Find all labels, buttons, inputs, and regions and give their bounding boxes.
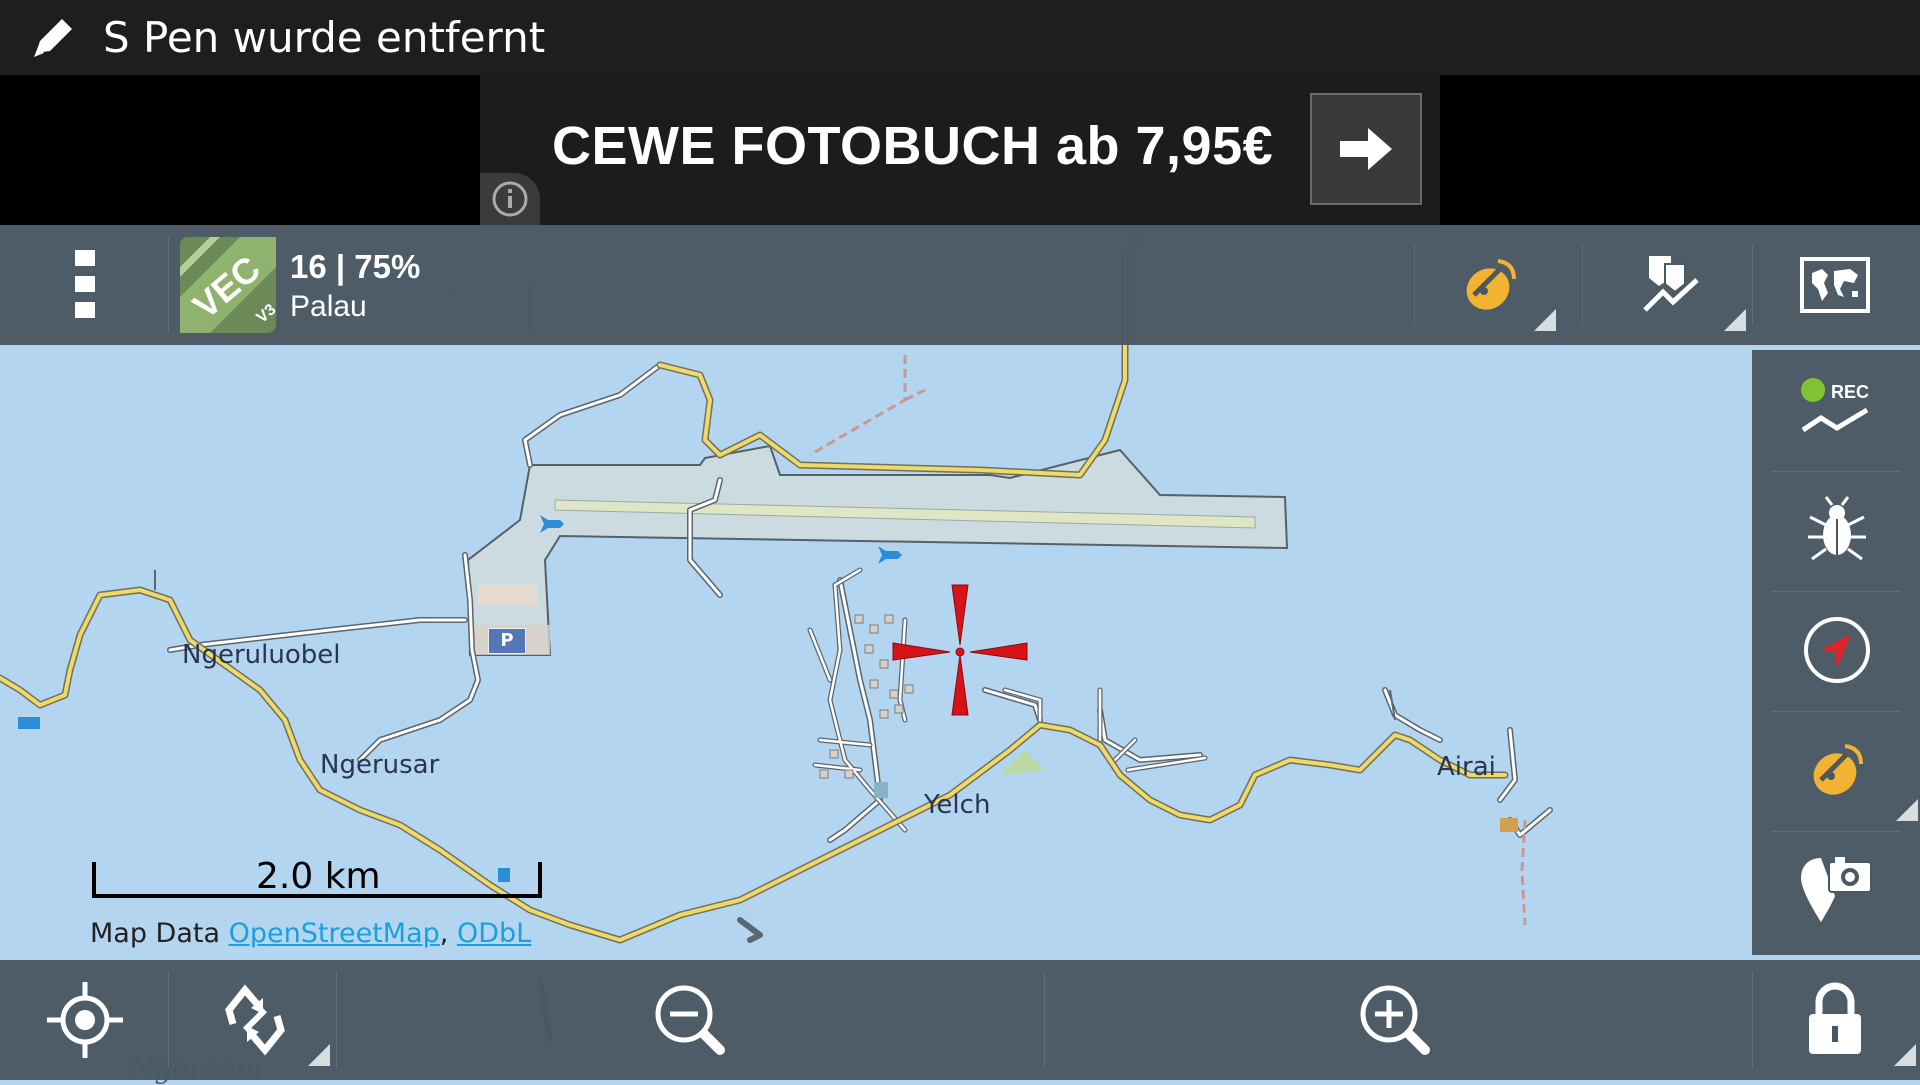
attribution-prefix: Map Data xyxy=(90,918,221,949)
zoom-battery-label: 16 | 75% xyxy=(290,248,421,285)
attribution-separator: , xyxy=(439,918,449,949)
satellite-icon xyxy=(1466,259,1516,310)
lock-icon xyxy=(1809,982,1861,1054)
bug-icon xyxy=(1808,496,1866,561)
photo-pin-icon xyxy=(1801,857,1872,922)
place-label-ngeruluobel: Ngeruluobel xyxy=(182,640,341,670)
locate-icon xyxy=(47,982,123,1058)
rec-label: REC xyxy=(1831,382,1869,402)
lock-button[interactable] xyxy=(1760,970,1916,1070)
map-name-label: Palau xyxy=(290,290,367,323)
ad-info-button[interactable] xyxy=(480,173,540,225)
gps-status-button[interactable] xyxy=(1762,715,1918,825)
map-logo: VEC V3 xyxy=(180,237,276,333)
ad-text: CEWE FOTOBUCH ab 7,95€ xyxy=(552,116,1274,176)
info-icon xyxy=(492,181,528,217)
locate-button[interactable] xyxy=(20,970,150,1070)
compass-icon xyxy=(1804,617,1870,683)
satellite-icon-2 xyxy=(1813,744,1863,795)
compass-button[interactable] xyxy=(1762,595,1912,705)
zoom-in-button[interactable] xyxy=(1305,970,1485,1070)
debug-button[interactable] xyxy=(1762,475,1912,585)
map-attribution: Map Data OpenStreetMap, ODbL xyxy=(90,918,531,949)
parking-sign: P xyxy=(488,628,526,654)
zoom-out-button[interactable] xyxy=(600,970,780,1070)
scale-label: 2.0 km xyxy=(256,856,381,897)
place-label-airai: Airai xyxy=(1437,752,1496,782)
ad-banner[interactable]: CEWE FOTOBUCH ab 7,95€ xyxy=(480,75,1440,225)
bottom-toolbar xyxy=(0,960,1920,1080)
right-panel: REC xyxy=(1752,350,1920,955)
record-track-button[interactable]: REC xyxy=(1762,355,1912,465)
tracks-button[interactable] xyxy=(1590,235,1750,335)
ad-banner-area: CEWE FOTOBUCH ab 7,95€ xyxy=(0,75,1920,225)
menu-dots-icon xyxy=(75,250,95,318)
osm-link[interactable]: OpenStreetMap xyxy=(229,918,440,949)
map-selector-button[interactable]: VEC V3 xyxy=(180,237,276,333)
top-toolbar: VEC V3 xyxy=(0,225,1920,345)
record-track-icon: REC xyxy=(1801,378,1869,433)
photo-waypoint-button[interactable] xyxy=(1762,835,1912,945)
ad-arrow-button[interactable] xyxy=(1310,93,1422,205)
rotate-button[interactable] xyxy=(180,970,330,1070)
arrow-right-icon xyxy=(1340,128,1392,170)
odbl-link[interactable]: ODbL xyxy=(457,918,531,949)
zoom-out-icon xyxy=(655,985,725,1055)
rotate-icon xyxy=(225,984,285,1056)
gps-toggle-button[interactable] xyxy=(1420,235,1560,335)
pen-icon xyxy=(34,18,72,57)
world-map-button[interactable] xyxy=(1760,235,1910,335)
status-bar: S Pen wurde entfernt xyxy=(0,0,1920,75)
status-message: S Pen wurde entfernt xyxy=(103,13,546,62)
world-map-icon xyxy=(1800,257,1870,313)
place-label-ngerusar: Ngerusar xyxy=(320,750,440,780)
menu-button[interactable] xyxy=(40,235,130,335)
route-icon xyxy=(1643,256,1699,312)
place-label-yelch: Yelch xyxy=(924,790,991,820)
zoom-in-icon xyxy=(1360,985,1430,1055)
